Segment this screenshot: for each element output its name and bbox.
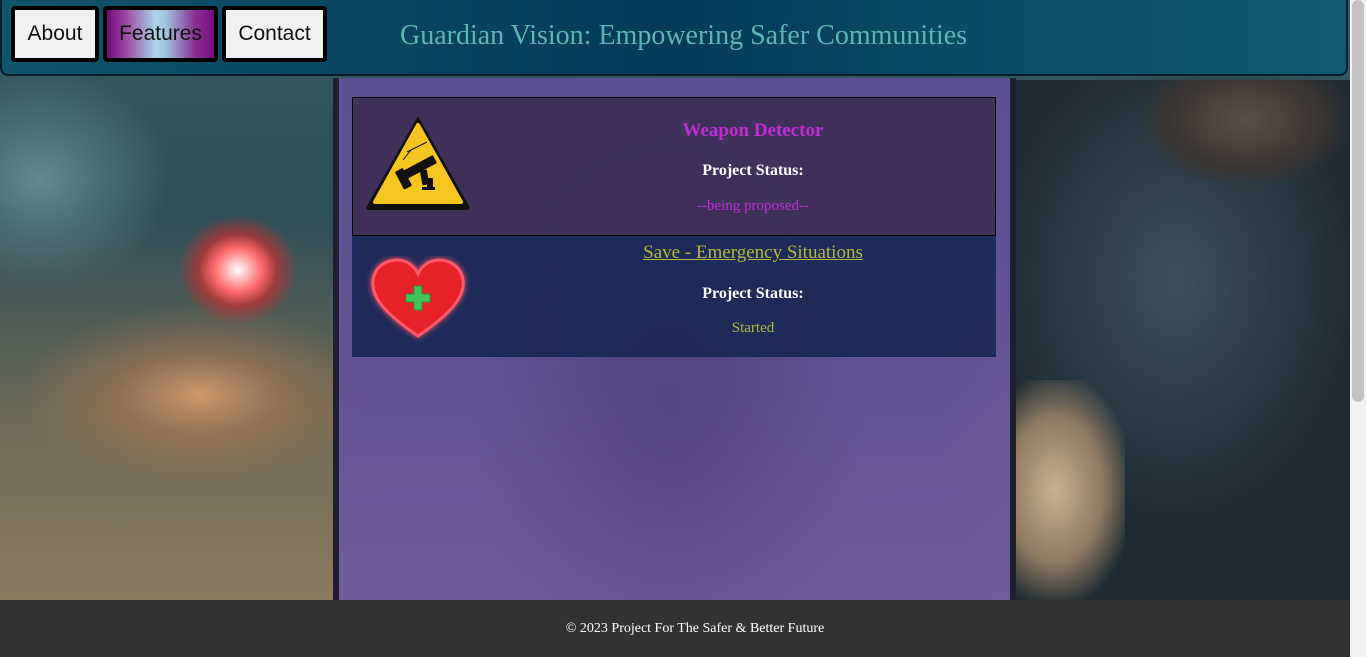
site-footer: © 2023 Project For The Safer & Better Fu… (0, 600, 1350, 657)
nav-features-button[interactable]: Features (103, 6, 218, 62)
project-status-value: Started (731, 320, 775, 336)
project-status-label: Project Status: (702, 162, 804, 179)
project-info: Weapon Detector Project Status: --being … (543, 120, 963, 215)
heart-medical-icon (363, 256, 473, 342)
weapon-warning-icon (363, 112, 473, 212)
page-title: Guardian Vision: Empowering Safer Commun… (400, 20, 968, 51)
nav-about-button[interactable]: About (11, 6, 99, 62)
site-header: About Features Contact Guardian Vision: … (0, 0, 1348, 76)
project-status-label: Project Status: (702, 285, 804, 302)
features-panel: Weapon Detector Project Status: --being … (333, 78, 1016, 600)
scrollbar-thumb[interactable] (1352, 0, 1364, 402)
project-card-weapon-detector: Weapon Detector Project Status: --being … (352, 97, 996, 236)
project-info: Save - Emergency Situations Project Stat… (543, 242, 963, 337)
background-figure (1015, 80, 1350, 600)
nav-contact-button[interactable]: Contact (222, 6, 327, 62)
footer-copyright: © 2023 Project For The Safer & Better Fu… (565, 620, 825, 636)
project-status-value: --being proposed-- (696, 198, 810, 214)
project-card-save-emergency: Save - Emergency Situations Project Stat… (352, 236, 996, 357)
project-title: Weapon Detector (682, 120, 824, 141)
main-nav: About Features Contact (11, 6, 327, 62)
project-title-link[interactable]: Save - Emergency Situations (543, 242, 963, 264)
vertical-scrollbar[interactable] (1350, 0, 1366, 657)
